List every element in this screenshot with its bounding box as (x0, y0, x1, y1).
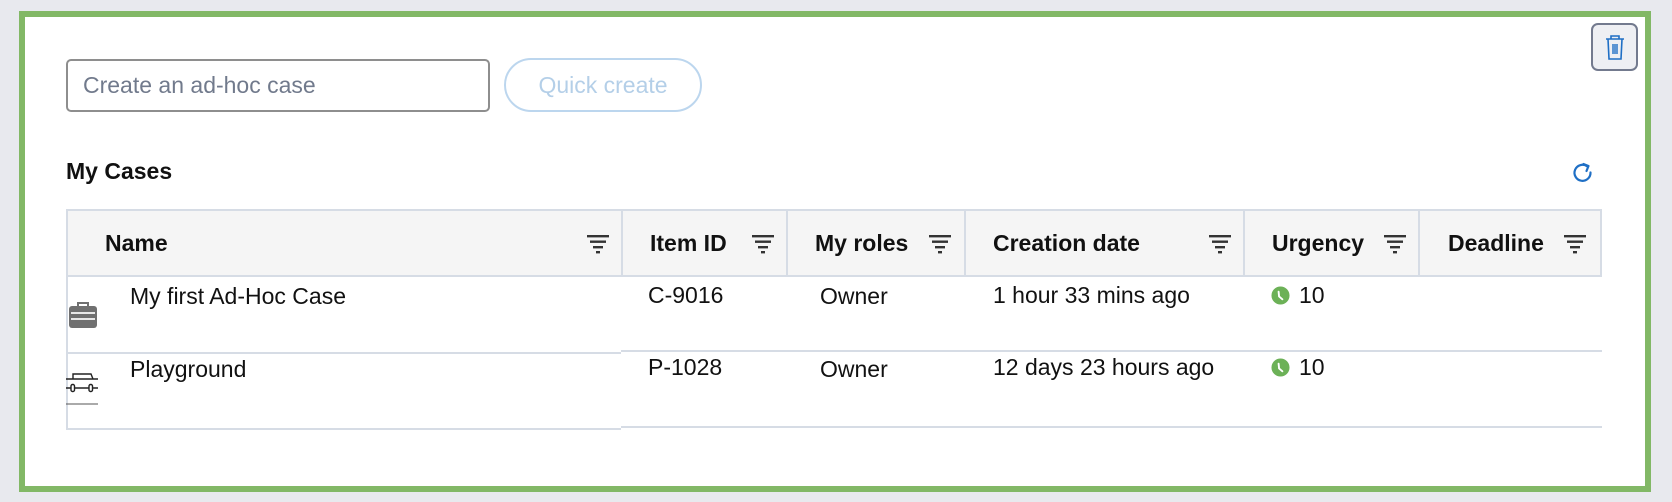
urgency: 10 (1271, 282, 1325, 309)
filter-icon[interactable] (751, 234, 775, 254)
creation-date: 1 hour 33 mins ago (993, 282, 1190, 308)
urgency-value: 10 (1299, 282, 1325, 308)
column-label: Urgency (1272, 229, 1365, 256)
toolbox-icon (66, 373, 98, 405)
filter-icon[interactable] (928, 234, 952, 254)
column-header-my-roles[interactable]: My roles (788, 211, 966, 275)
case-name[interactable]: Playground (130, 356, 246, 383)
item-id: P-1028 (648, 354, 723, 380)
refresh-button[interactable] (1570, 160, 1596, 186)
clock-icon (1271, 358, 1290, 377)
filter-icon[interactable] (1208, 234, 1232, 254)
filter-icon[interactable] (1383, 234, 1407, 254)
refresh-icon (1573, 162, 1592, 182)
row-divider (621, 426, 1602, 428)
case-name[interactable]: My first Ad-Hoc Case (130, 283, 346, 310)
row-divider (621, 350, 1602, 352)
column-header-name[interactable]: Name (68, 211, 623, 275)
column-header-item-id[interactable]: Item ID (623, 211, 788, 275)
section-title: My Cases (66, 158, 173, 184)
table-header: Name Item ID My roles Creation date Urge… (66, 209, 1602, 277)
quick-create-button[interactable]: Quick create (504, 58, 702, 112)
row-divider (66, 428, 621, 430)
briefcase-icon (69, 302, 97, 328)
column-header-creation-date[interactable]: Creation date (966, 211, 1245, 275)
clock-icon (1271, 286, 1290, 305)
column-label: Deadline (1448, 229, 1544, 256)
my-role: Owner (820, 356, 888, 382)
filter-icon[interactable] (1563, 234, 1587, 254)
urgency-value: 10 (1299, 354, 1325, 380)
column-label: Item ID (650, 229, 727, 256)
filter-icon[interactable] (586, 234, 610, 254)
trash-icon (1605, 35, 1624, 60)
my-role: Owner (820, 283, 888, 309)
column-label: Name (105, 229, 168, 256)
column-header-deadline[interactable]: Deadline (1420, 211, 1602, 275)
item-id: C-9016 (648, 282, 724, 308)
delete-button[interactable] (1591, 23, 1638, 71)
creation-date: 12 days 23 hours ago (993, 354, 1215, 380)
column-header-urgency[interactable]: Urgency (1245, 211, 1420, 275)
row-divider (66, 352, 621, 354)
column-label: Creation date (993, 229, 1140, 256)
adhoc-case-input[interactable] (66, 59, 490, 112)
urgency: 10 (1271, 354, 1325, 381)
column-label: My roles (815, 229, 909, 256)
